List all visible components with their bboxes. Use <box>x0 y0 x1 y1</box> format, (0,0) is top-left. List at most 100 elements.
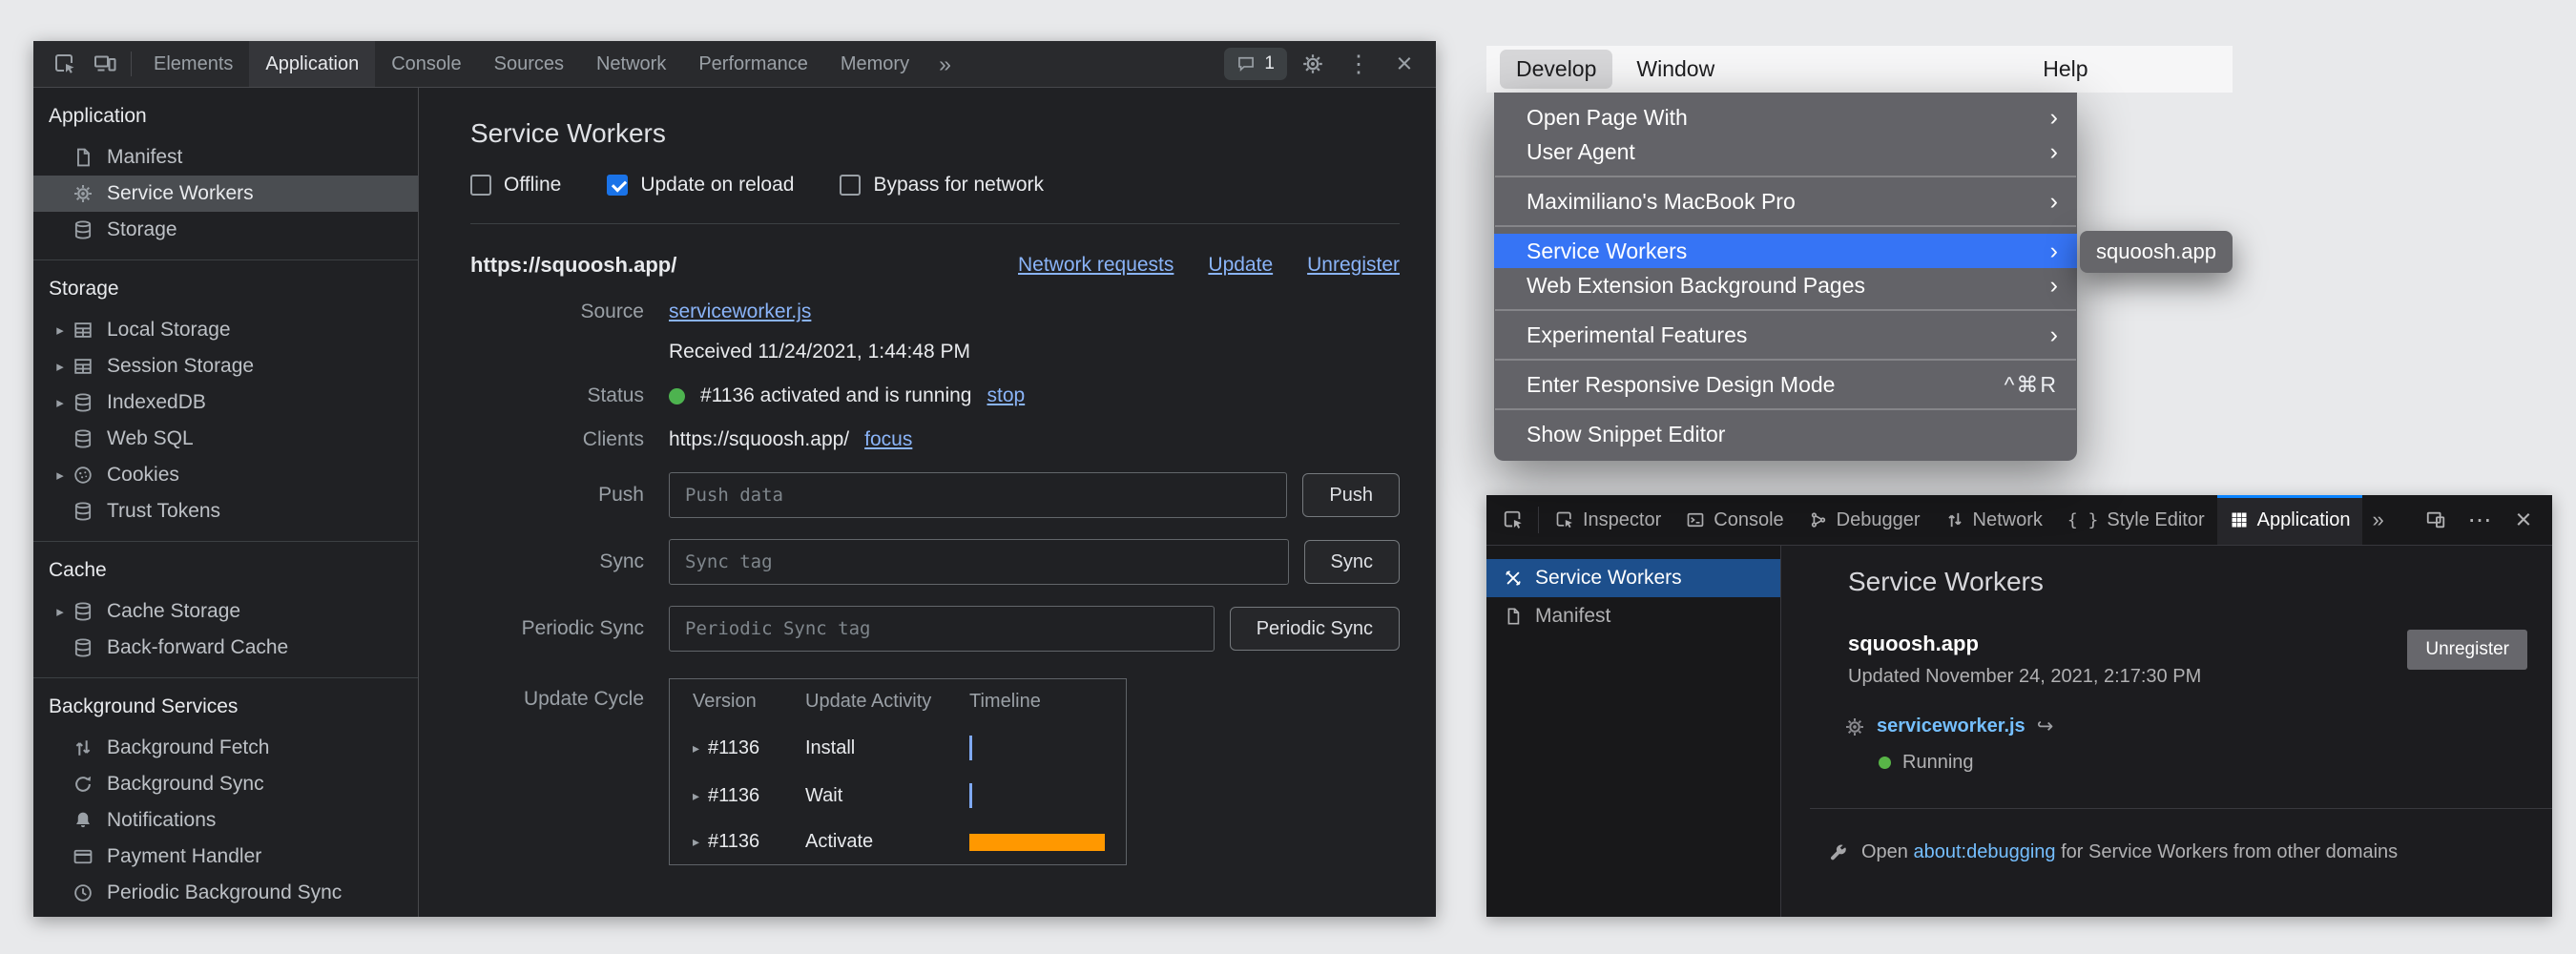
table-row[interactable]: ▸ #1136 Activate <box>670 819 1126 864</box>
update-link[interactable]: Update <box>1208 254 1273 277</box>
menu-separator <box>1495 408 2076 410</box>
sidebar-item-session-storage[interactable]: ▸ Session Storage <box>33 348 418 384</box>
unregister-button[interactable]: Unregister <box>2407 630 2527 670</box>
push-data-input[interactable] <box>669 472 1287 518</box>
sidebar-item-web-sql[interactable]: Web SQL <box>33 421 418 457</box>
about-debugging-link[interactable]: about:debugging <box>1913 841 2055 862</box>
tab-application[interactable]: Application <box>2217 495 2363 545</box>
offline-checkbox[interactable]: Offline <box>470 174 561 197</box>
expander-icon[interactable]: ▸ <box>49 467 72 484</box>
expander-icon[interactable]: ▸ <box>49 321 72 339</box>
meatball-menu-icon[interactable]: ⋯ <box>2459 508 2501 532</box>
redirect-icon[interactable]: ↪ <box>2037 715 2054 738</box>
stop-link[interactable]: stop <box>987 384 1025 407</box>
unregister-link[interactable]: Unregister <box>1307 254 1400 277</box>
console-icon <box>1686 510 1705 529</box>
menu-item-user-agent[interactable]: User Agent › <box>1494 135 2077 169</box>
sidebar-item-local-storage[interactable]: ▸ Local Storage <box>33 312 418 348</box>
responsive-design-icon[interactable] <box>2415 509 2457 530</box>
push-button[interactable]: Push <box>1302 473 1400 517</box>
expander-icon[interactable]: ▸ <box>693 740 699 757</box>
sync-button[interactable]: Sync <box>1304 540 1400 584</box>
storage-icon <box>72 218 94 241</box>
sidebar-item-manifest[interactable]: Manifest <box>33 139 418 176</box>
bypass-for-network-checkbox[interactable]: Bypass for network <box>840 174 1044 197</box>
tab-performance[interactable]: Performance <box>682 41 824 87</box>
source-file-link[interactable]: serviceworker.js <box>669 301 811 323</box>
tab-inspector[interactable]: Inspector <box>1543 495 1673 545</box>
checkbox-box[interactable] <box>840 175 861 196</box>
tab-sources[interactable]: Sources <box>478 41 580 87</box>
worker-status-row: Running <box>1879 752 2514 774</box>
sidebar-item-cache-storage[interactable]: ▸ Cache Storage <box>33 593 418 630</box>
submenu-chevron-icon: › <box>2050 239 2058 263</box>
menu-item-show-snippet-editor[interactable]: Show Snippet Editor <box>1494 417 2077 451</box>
menubar-item-develop[interactable]: Develop <box>1500 50 1612 89</box>
tab-network[interactable]: Network <box>580 41 682 87</box>
application-sidebar: Application Manifest Service Workers <box>33 88 419 917</box>
menu-item-macbook-pro[interactable]: Maximiliano's MacBook Pro › <box>1494 184 2077 218</box>
tab-style-editor[interactable]: { } Style Editor <box>2055 495 2217 545</box>
sidebar-item-cookies[interactable]: ▸ Cookies <box>33 457 418 493</box>
sidebar-item-periodic-background-sync[interactable]: Periodic Background Sync <box>33 875 418 911</box>
menu-item-experimental-features[interactable]: Experimental Features › <box>1494 318 2077 352</box>
settings-gear-icon[interactable] <box>1293 44 1333 84</box>
sidebar-item-storage[interactable]: Storage <box>33 212 418 248</box>
console-counter-badge[interactable]: 1 <box>1224 48 1287 80</box>
focus-link[interactable]: focus <box>864 428 912 451</box>
tab-memory[interactable]: Memory <box>824 41 925 87</box>
tab-elements[interactable]: Elements <box>137 41 249 87</box>
status-running-dot <box>669 388 685 404</box>
page-title: Service Workers <box>1848 567 2514 597</box>
sidebar-item-back-forward-cache[interactable]: Back-forward Cache <box>33 630 418 666</box>
sidebar-item-background-sync[interactable]: Background Sync <box>33 766 418 802</box>
network-requests-link[interactable]: Network requests <box>1018 254 1174 277</box>
device-toolbar-icon[interactable] <box>85 44 125 84</box>
tab-application[interactable]: Application <box>249 41 375 87</box>
periodic-sync-button[interactable]: Periodic Sync <box>1230 607 1400 651</box>
sidebar-item-payment-handler[interactable]: Payment Handler <box>33 839 418 875</box>
menu-item-open-page-with[interactable]: Open Page With › <box>1494 100 2077 135</box>
sidebar-item-service-workers[interactable]: Service Workers <box>1486 559 1780 597</box>
tab-console[interactable]: Console <box>375 41 477 87</box>
sidebar-item-notifications[interactable]: Notifications <box>33 802 418 839</box>
expander-icon[interactable]: ▸ <box>693 788 699 804</box>
update-on-reload-checkbox[interactable]: Update on reload <box>607 174 794 197</box>
periodic-sync-tag-input[interactable] <box>669 606 1215 652</box>
worker-file-link[interactable]: serviceworker.js <box>1877 716 2025 737</box>
timeline-tick <box>969 736 972 760</box>
sidebar-item-service-workers[interactable]: Service Workers <box>33 176 418 212</box>
menubar-item-help[interactable]: Help <box>2026 50 2104 89</box>
checkbox-box-checked[interactable] <box>607 175 628 196</box>
more-tabs-icon[interactable]: » <box>2362 508 2393 532</box>
received-timestamp: Received 11/24/2021, 1:44:48 PM <box>669 341 1400 363</box>
close-icon[interactable]: × <box>2503 507 2545 534</box>
expander-icon[interactable]: ▸ <box>693 834 699 850</box>
expander-icon[interactable]: ▸ <box>49 394 72 411</box>
sidebar-item-background-fetch[interactable]: Background Fetch <box>33 730 418 766</box>
close-icon[interactable]: × <box>1384 44 1424 84</box>
tab-console[interactable]: Console <box>1673 495 1796 545</box>
sidebar-item-manifest[interactable]: Manifest <box>1486 597 1780 635</box>
sidebar-item-indexeddb[interactable]: ▸ IndexedDB <box>33 384 418 421</box>
tab-debugger[interactable]: Debugger <box>1797 495 1933 545</box>
table-row[interactable]: ▸ #1136 Install <box>670 724 1126 772</box>
menu-item-enter-responsive-design-mode[interactable]: Enter Responsive Design Mode ^⌘R <box>1494 367 2077 402</box>
menubar-item-window[interactable]: Window <box>1620 50 1731 89</box>
sidebar-item-trust-tokens[interactable]: Trust Tokens <box>33 493 418 529</box>
expander-icon[interactable]: ▸ <box>49 603 72 620</box>
more-tabs-icon[interactable]: » <box>925 52 965 77</box>
checkbox-box[interactable] <box>470 175 491 196</box>
inspect-icon[interactable] <box>45 44 85 84</box>
tab-network[interactable]: Network <box>1933 495 2055 545</box>
kebab-menu-icon[interactable]: ⋮ <box>1339 44 1379 84</box>
expander-icon[interactable]: ▸ <box>49 358 72 375</box>
submenu-item-squoosh[interactable]: squoosh.app <box>2096 239 2216 263</box>
menu-item-web-extension-background-pages[interactable]: Web Extension Background Pages › <box>1494 268 2077 302</box>
inspector-icon <box>1555 510 1574 529</box>
inspect-icon[interactable] <box>1492 495 1534 545</box>
menu-item-service-workers[interactable]: Service Workers › squoosh.app <box>1494 234 2077 268</box>
sync-tag-input[interactable] <box>669 539 1289 585</box>
macos-menubar: Develop Window Help <box>1486 46 2233 93</box>
table-row[interactable]: ▸ #1136 Wait <box>670 772 1126 819</box>
